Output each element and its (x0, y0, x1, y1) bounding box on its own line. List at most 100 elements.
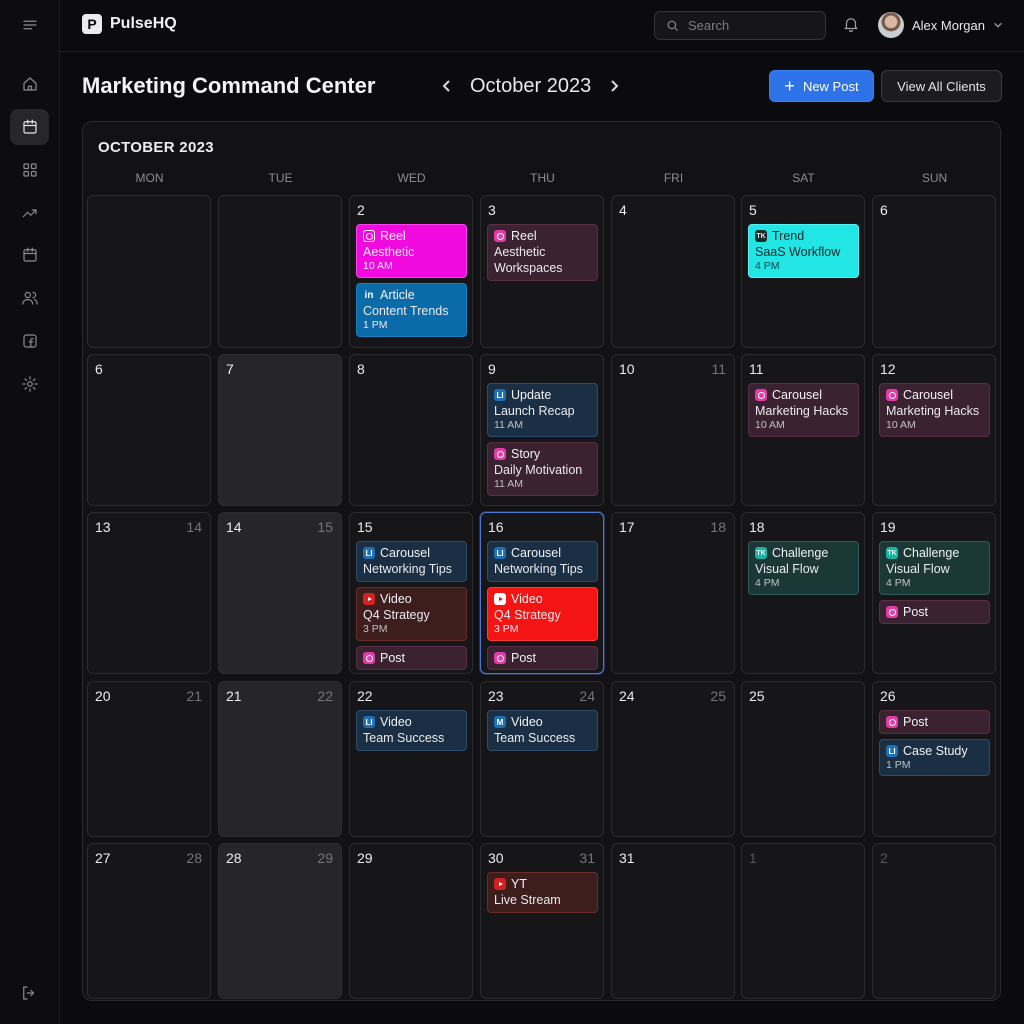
calendar-day[interactable]: 13 14 (87, 512, 211, 674)
calendar-day[interactable]: 22 LI Video Team Success (349, 681, 473, 837)
post-card-tk[interactable]: TK Trend SaaS Workflow 4 PM (748, 224, 859, 278)
post-time: 10 AM (886, 419, 916, 431)
post-card-ig[interactable]: Post (356, 646, 467, 670)
post-card-ig[interactable]: Reel Aesthetic Workspaces (487, 224, 598, 281)
post-card-yt[interactable]: YT Live Stream (487, 872, 598, 913)
post-card-header: Post (494, 650, 592, 666)
sidebar-item-facebook[interactable] (10, 323, 49, 359)
post-card-ig[interactable]: Carousel Marketing Hacks 10 AM (748, 383, 859, 437)
view-all-clients-button[interactable]: View All Clients (881, 70, 1002, 102)
linkedin-icon: LI (363, 716, 375, 728)
current-month-label: October 2023 (470, 74, 592, 97)
calendar-day[interactable]: 15 LI Carousel Networking Tips Video Q4 Strat… (349, 512, 473, 674)
calendar-day[interactable]: 19 TK Challenge Visual Flow 4 PM Post (872, 512, 996, 674)
post-card-ig[interactable]: Post (487, 646, 598, 670)
tiktok-icon: TK (886, 547, 898, 559)
post-card-yt[interactable]: Video Q4 Strategy 3 PM (487, 587, 598, 641)
calendar-day[interactable]: 6 (87, 354, 211, 506)
post-title: Team Success (363, 731, 445, 745)
calendar-day[interactable]: 25 (741, 681, 865, 837)
linkedin-icon: LI (886, 745, 898, 757)
post-time: 1 PM (886, 759, 911, 771)
calendar-day[interactable] (87, 195, 211, 348)
avatar (878, 12, 904, 38)
post-card-ig[interactable]: Post (879, 600, 990, 624)
brand[interactable]: P PulseHQ (82, 14, 177, 34)
post-card-li[interactable]: LI Update Launch Recap 11 AM (487, 383, 598, 437)
day-number: 3 (488, 202, 496, 218)
post-card-li[interactable]: in Article Content Trends 1 PM (356, 283, 467, 337)
post-card-yt[interactable]: Video Q4 Strategy 3 PM (356, 587, 467, 641)
day-number: 20 (95, 688, 111, 704)
calendar-day[interactable]: 23 24 M Video Team Success (480, 681, 604, 837)
calendar-day[interactable]: 30 31 YT Live Stream (480, 843, 604, 999)
calendar-day[interactable]: 26 Post LI Case Study 1 PM (872, 681, 996, 837)
calendar-day[interactable]: 20 21 (87, 681, 211, 837)
day-secondary-number: 24 (579, 688, 595, 704)
calendar-day[interactable] (218, 195, 342, 348)
sidebar-item-dashboard[interactable] (10, 152, 49, 188)
calendar-day-today[interactable]: 16 LI Carousel Networking Tips Video Q4 Strat… (480, 512, 604, 674)
instagram-icon (363, 230, 375, 242)
post-type: Trend (772, 229, 805, 243)
calendar-day[interactable]: 2 Reel Aesthetic 10 AM in Article Content Tren… (349, 195, 473, 348)
youtube-icon (494, 593, 506, 605)
sidebar-item-team[interactable] (10, 280, 49, 316)
post-title: Daily Motivation (494, 463, 583, 477)
calendar-day[interactable]: 28 29 (218, 843, 342, 999)
calendar-day[interactable]: 31 (611, 843, 735, 999)
linkedin-icon: M (494, 716, 506, 728)
calendar-day[interactable]: 17 18 (611, 512, 735, 674)
post-card-tk[interactable]: TK Challenge Visual Flow 4 PM (748, 541, 859, 595)
post-card-li[interactable]: LI Carousel Networking Tips (487, 541, 598, 582)
calendar-day[interactable]: 11 Carousel Marketing Hacks 10 AM (741, 354, 865, 506)
notification-bell-icon[interactable] (842, 15, 862, 35)
calendar-day[interactable]: 12 Carousel Marketing Hacks 10 AM (872, 354, 996, 506)
calendar-day[interactable]: 10 11 (611, 354, 735, 506)
sidebar-item-analytics[interactable] (10, 195, 49, 231)
user-menu[interactable]: Alex Morgan (878, 12, 1003, 38)
day-secondary-number: 25 (710, 688, 726, 704)
menu-icon[interactable] (10, 7, 49, 43)
calendar-day[interactable]: 2 (872, 843, 996, 999)
post-card-li[interactable]: LI Case Study 1 PM (879, 739, 990, 776)
calendar-day[interactable]: 1 (741, 843, 865, 999)
new-post-button[interactable]: + New Post (769, 70, 874, 102)
post-card-tk[interactable]: TK Challenge Visual Flow 4 PM (879, 541, 990, 595)
calendar-day[interactable]: 29 (349, 843, 473, 999)
prev-month-button[interactable] (438, 72, 456, 100)
calendar-day[interactable]: 6 (872, 195, 996, 348)
post-card-header: Reel (494, 228, 592, 244)
sidebar-item-home[interactable] (10, 66, 49, 102)
calendar-day[interactable]: 24 25 (611, 681, 735, 837)
post-card-ig[interactable]: Carousel Marketing Hacks 10 AM (879, 383, 990, 437)
post-type: Post (903, 605, 929, 619)
day-number: 14 (226, 519, 242, 535)
post-card-li[interactable]: LI Video Team Success (356, 710, 467, 751)
sidebar-item-schedule[interactable] (10, 237, 49, 273)
post-card-li[interactable]: M Video Team Success (487, 710, 598, 751)
search-input[interactable] (688, 18, 808, 33)
calendar-day[interactable]: 14 15 (218, 512, 342, 674)
post-card-ig[interactable]: Reel Aesthetic 10 AM (356, 224, 467, 278)
sidebar-item-settings[interactable] (10, 366, 49, 402)
day-number: 11 (749, 361, 764, 377)
calendar-day[interactable]: 21 22 (218, 681, 342, 837)
linkedin-icon: LI (494, 547, 506, 559)
calendar-day[interactable]: 8 (349, 354, 473, 506)
post-card-li[interactable]: LI Carousel Networking Tips (356, 541, 467, 582)
next-month-button[interactable] (605, 72, 623, 100)
sidebar-item-calendar[interactable] (10, 109, 49, 145)
search-box[interactable] (654, 11, 826, 40)
calendar-day[interactable]: 7 (218, 354, 342, 506)
post-card-ig[interactable]: Story Daily Motivation 11 AM (487, 442, 598, 496)
calendar-day[interactable]: 5 TK Trend SaaS Workflow 4 PM (741, 195, 865, 348)
calendar-day[interactable]: 27 28 (87, 843, 211, 999)
calendar-day[interactable]: 9 LI Update Launch Recap 11 AM Story Daily Mot… (480, 354, 604, 506)
post-card-ig[interactable]: Post (879, 710, 990, 734)
calendar-day[interactable]: 3 Reel Aesthetic Workspaces (480, 195, 604, 348)
logout-icon[interactable] (20, 984, 40, 1004)
calendar-day[interactable]: 18 TK Challenge Visual Flow 4 PM (741, 512, 865, 674)
calendar-day[interactable]: 4 (611, 195, 735, 348)
post-type: Story (511, 447, 541, 461)
